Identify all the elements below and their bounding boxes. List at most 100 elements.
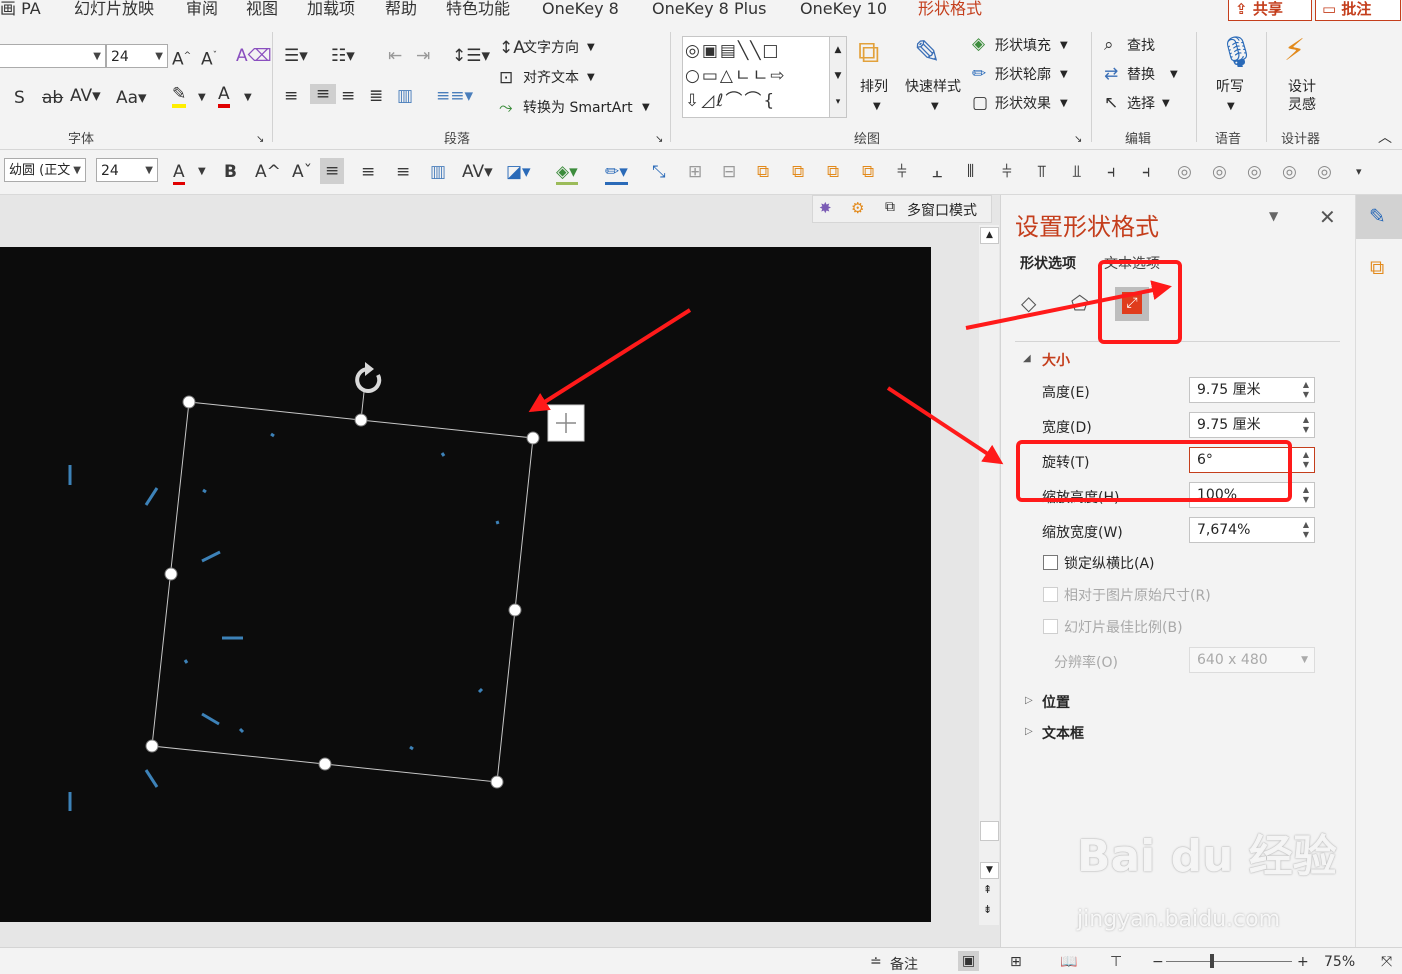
arrange-icon[interactable]: ⧉	[858, 36, 879, 70]
group-icon[interactable]: ⊞	[688, 162, 702, 182]
reading-view-icon[interactable]: 📖	[1060, 954, 1077, 970]
align-center-v-icon[interactable]: ⫩	[1002, 162, 1012, 182]
merge-fragment-icon[interactable]: ◎	[1247, 162, 1262, 182]
resize-handle[interactable]	[354, 413, 368, 427]
chevron-down-icon[interactable]: ▼	[1060, 37, 1068, 55]
resize-handle[interactable]	[145, 739, 159, 753]
line-spacing-icon[interactable]: ↕☰▾	[452, 46, 490, 66]
gear-icon[interactable]: ⚙	[851, 199, 864, 217]
close-icon[interactable]: ✕	[1319, 205, 1336, 229]
width-field[interactable]: 9.75 厘米 ▲ ▼	[1189, 412, 1315, 438]
tab-shape-options[interactable]: 形状选项	[1020, 253, 1076, 273]
find-label[interactable]: 查找	[1127, 37, 1155, 55]
lock-ratio-checkbox[interactable]	[1043, 555, 1058, 570]
zoom-slider[interactable]	[1166, 961, 1292, 962]
scale-height-field[interactable]: 100% ▲ ▼	[1189, 482, 1315, 508]
distributed-icon[interactable]: ▥	[397, 86, 413, 106]
shape-fill-icon[interactable]: ◈	[972, 34, 985, 54]
effects-icon[interactable]: ⬠	[1071, 291, 1088, 315]
numbering-icon[interactable]: ☷▾	[331, 46, 355, 66]
merge-subtract-icon[interactable]: ◎	[1317, 162, 1332, 182]
columns-icon[interactable]: ≡≡▾	[436, 86, 473, 106]
shape-insert-icon[interactable]: ◪▾	[506, 162, 531, 182]
selection-pane-icon[interactable]: ⧉	[1370, 255, 1384, 279]
font-name-combo[interactable]: ▼	[0, 44, 106, 68]
format-pane-toggle[interactable]: ✎	[1356, 195, 1402, 239]
quick-styles-icon[interactable]: ✎	[914, 34, 941, 70]
shape-outline-label[interactable]: 形状轮廓	[995, 66, 1051, 84]
shapes-gallery[interactable]: ◎▣▤╲╲□ ○▭△ㄴㄴ⇨ ⇩◿ℓ⌒⌒{	[682, 36, 830, 118]
mini-font-name-combo[interactable]: 幼圆 (正文 ▼	[4, 158, 86, 182]
chevron-down-icon[interactable]: ▼	[198, 162, 206, 182]
rotate-handle-icon[interactable]	[355, 362, 382, 393]
rotation-field[interactable]: 6° ▲ ▼	[1189, 447, 1315, 473]
tab-review[interactable]: 审阅	[186, 0, 218, 18]
decrease-font-icon[interactable]: Aˇ	[201, 46, 217, 70]
justify-icon[interactable]: ≣	[369, 86, 383, 106]
tab-features[interactable]: 特色功能	[446, 0, 510, 18]
height-field[interactable]: 9.75 厘米 ▲ ▼	[1189, 377, 1315, 403]
increase-font-icon[interactable]: A^	[172, 46, 191, 70]
align-left-icon[interactable]: ≡	[396, 162, 410, 182]
text-direction-icon[interactable]: ↕A	[499, 38, 525, 58]
zoom-out-icon[interactable]: −	[1152, 954, 1164, 970]
collapse-caret-icon[interactable]: ◢	[1023, 353, 1031, 364]
bullets-icon[interactable]: ☰▾	[284, 46, 308, 66]
resize-handle[interactable]	[490, 775, 504, 789]
spin-up-icon[interactable]: ▲	[1303, 486, 1309, 494]
font-size-combo[interactable]: 24 ▼	[106, 44, 168, 68]
change-case-icon[interactable]: Aa▾	[116, 88, 147, 108]
align-right-icon[interactable]: ≡	[341, 86, 355, 106]
resize-handle[interactable]	[182, 395, 196, 409]
spin-up-icon[interactable]: ▲	[1303, 416, 1309, 424]
section-size-label[interactable]: 大小	[1042, 350, 1070, 370]
font-color-icon[interactable]: A	[218, 84, 230, 108]
lock-ratio-label[interactable]: 锁定纵横比(A)	[1064, 553, 1155, 573]
char-spacing-icon[interactable]: AV▾	[462, 162, 493, 182]
quick-styles-label[interactable]: 快速样式	[905, 78, 961, 96]
increase-indent-icon[interactable]: ⇥	[416, 46, 430, 66]
shape-effects-icon[interactable]: ▢	[972, 93, 988, 113]
clear-format-icon[interactable]: A⌫	[236, 46, 272, 66]
section-position-label[interactable]: 位置	[1042, 692, 1070, 712]
bring-front-icon[interactable]: ⧉	[827, 162, 839, 182]
align-top-icon[interactable]: ⫪	[1037, 162, 1047, 182]
dialog-launcher-icon[interactable]: ↘	[256, 130, 264, 150]
dialog-launcher-icon[interactable]: ↘	[1074, 130, 1082, 150]
edit-points-icon[interactable]: ⤡	[652, 162, 666, 182]
resize-handle[interactable]	[508, 603, 522, 617]
scroll-down-icon[interactable]: ▼	[980, 862, 999, 879]
design-ideas-label-2[interactable]: 灵感	[1288, 96, 1316, 114]
align-right-icon[interactable]: ≡	[361, 162, 375, 182]
search-icon[interactable]: ⌕	[1104, 35, 1114, 55]
zoom-level[interactable]: 75%	[1324, 954, 1355, 970]
spin-down-icon[interactable]: ▼	[1303, 391, 1309, 399]
notes-icon[interactable]: ≐	[870, 954, 882, 970]
align-center-icon[interactable]: ≡	[320, 158, 345, 184]
align-text-icon[interactable]: ⊡	[499, 68, 513, 88]
shape-outline-icon[interactable]: ✏	[972, 64, 986, 84]
expand-caret-icon[interactable]: ▷	[1025, 695, 1033, 706]
chevron-down-icon[interactable]: ▼	[587, 39, 595, 57]
dialog-launcher-icon[interactable]: ↘	[655, 130, 663, 150]
next-slide-icon[interactable]: ⇟	[983, 903, 992, 916]
fit-slide-icon[interactable]: ⤧	[1381, 954, 1392, 970]
slide-sorter-icon[interactable]: ⊞	[1010, 954, 1022, 970]
expand-caret-icon[interactable]: ▷	[1025, 726, 1033, 737]
decrease-font-icon[interactable]: Aˇ	[292, 162, 312, 182]
resize-handle[interactable]	[526, 431, 540, 445]
vertical-scrollbar[interactable]: ▲ ▼ ⇞ ⇟	[979, 225, 999, 925]
shape-fill-icon[interactable]: ◈▾	[556, 162, 578, 185]
spin-up-icon[interactable]: ▲	[1303, 381, 1309, 389]
shape-effects-label[interactable]: 形状效果	[995, 95, 1051, 113]
tab-text-options[interactable]: 文本选项	[1104, 253, 1160, 273]
tab-help[interactable]: 帮助	[385, 0, 417, 18]
comment-button[interactable]: ▭ 批注	[1315, 0, 1401, 21]
select-cursor-icon[interactable]: ↖	[1104, 93, 1118, 113]
collapse-ribbon-icon[interactable]: ︿	[1378, 128, 1392, 148]
chevron-down-icon[interactable]: ▼	[873, 98, 881, 116]
slideshow-icon[interactable]: ⊤	[1110, 954, 1122, 970]
char-spacing-icon[interactable]: AV▾	[70, 86, 101, 106]
resize-handle[interactable]	[164, 567, 178, 581]
arrange-label[interactable]: 排列	[860, 78, 888, 96]
